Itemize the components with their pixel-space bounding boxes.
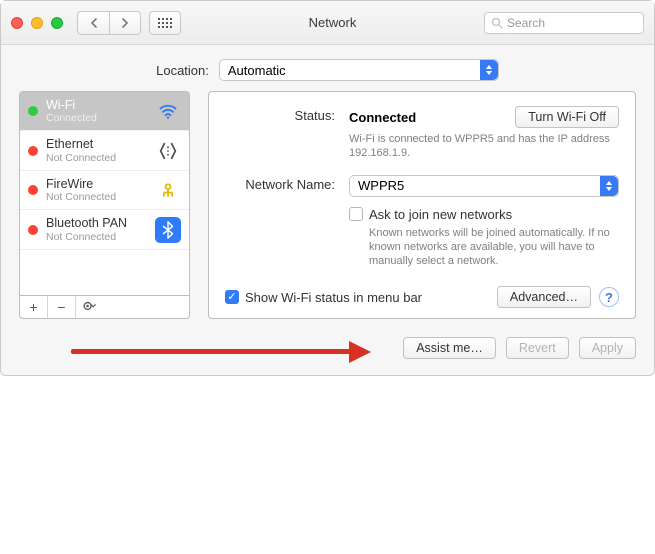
location-row: Location: Automatic: [1, 45, 654, 91]
interface-status: Not Connected: [46, 231, 147, 243]
interface-item-wifi[interactable]: Wi-Fi Connected: [20, 92, 189, 131]
annotation-arrow-icon: [71, 344, 371, 358]
interface-sidebar: Wi-Fi Connected Ethernet Not Connected: [19, 91, 190, 319]
status-row: Status: Connected Turn Wi-Fi Off Wi-Fi i…: [225, 106, 619, 161]
gear-icon: [82, 299, 98, 315]
show-menu-bar-checkbox[interactable]: Show Wi-Fi status in menu bar: [225, 290, 422, 305]
location-selected: Automatic: [228, 63, 286, 78]
search-icon: [491, 17, 503, 29]
turn-wifi-off-button[interactable]: Turn Wi-Fi Off: [515, 106, 619, 128]
interface-item-ethernet[interactable]: Ethernet Not Connected: [20, 131, 189, 170]
ask-to-join-checkbox[interactable]: Ask to join new networks: [349, 207, 619, 222]
location-select[interactable]: Automatic: [219, 59, 499, 81]
status-dot-icon: [28, 146, 38, 156]
close-icon[interactable]: [11, 17, 23, 29]
remove-interface-button[interactable]: −: [48, 296, 76, 318]
interface-actions-button[interactable]: [76, 296, 104, 318]
show-all-button[interactable]: [149, 11, 181, 35]
network-name-row: Network Name: WPPR5 Ask to join new netw…: [225, 175, 619, 269]
ask-to-join-description: Known networks will be joined automatica…: [369, 226, 619, 269]
help-button[interactable]: ?: [599, 287, 619, 307]
status-dot-icon: [28, 225, 38, 235]
location-label: Location:: [156, 63, 209, 78]
nav-segment: [77, 11, 141, 35]
sidebar-footer: + −: [19, 295, 190, 319]
firewire-icon: [155, 177, 181, 203]
ask-to-join-label: Ask to join new networks: [369, 207, 512, 222]
interface-name: Bluetooth PAN: [46, 216, 147, 230]
traffic-lights: [11, 17, 63, 29]
forward-button[interactable]: [109, 11, 141, 35]
wifi-icon: [155, 98, 181, 124]
assist-me-button[interactable]: Assist me…: [403, 337, 496, 359]
checkbox-icon: [349, 207, 363, 221]
interface-name: FireWire: [46, 177, 147, 191]
revert-button[interactable]: Revert: [506, 337, 569, 359]
interface-status: Not Connected: [46, 191, 147, 203]
details-pane: Status: Connected Turn Wi-Fi Off Wi-Fi i…: [208, 91, 636, 319]
network-preferences-window: Network Search Location: Automatic Wi-Fi…: [0, 0, 655, 376]
content-area: Wi-Fi Connected Ethernet Not Connected: [1, 91, 654, 327]
grid-icon: [158, 18, 172, 28]
status-description: Wi-Fi is connected to WPPR5 and has the …: [349, 132, 619, 161]
network-name-value: WPPR5: [358, 178, 404, 193]
interface-name: Wi-Fi: [46, 98, 147, 112]
status-dot-icon: [28, 185, 38, 195]
search-field[interactable]: Search: [484, 12, 644, 34]
interface-item-bluetooth-pan[interactable]: Bluetooth PAN Not Connected: [20, 210, 189, 249]
ethernet-icon: [155, 138, 181, 164]
zoom-icon[interactable]: [51, 17, 63, 29]
select-arrows-icon: [480, 60, 498, 80]
network-name-label: Network Name:: [225, 175, 335, 192]
checkbox-icon: [225, 290, 239, 304]
bottom-button-bar: Assist me… Revert Apply: [1, 327, 654, 375]
pane-bottom: Show Wi-Fi status in menu bar Advanced… …: [225, 282, 619, 308]
interface-item-firewire[interactable]: FireWire Not Connected: [20, 171, 189, 210]
advanced-button[interactable]: Advanced…: [497, 286, 591, 308]
status-dot-icon: [28, 106, 38, 116]
status-label: Status:: [225, 106, 335, 123]
status-value: Connected: [349, 110, 416, 125]
network-name-select[interactable]: WPPR5: [349, 175, 619, 197]
interface-status: Not Connected: [46, 152, 147, 164]
apply-button[interactable]: Apply: [579, 337, 636, 359]
interface-list: Wi-Fi Connected Ethernet Not Connected: [19, 91, 190, 295]
show-menu-bar-label: Show Wi-Fi status in menu bar: [245, 290, 422, 305]
window-toolbar: Network Search: [1, 1, 654, 45]
minimize-icon[interactable]: [31, 17, 43, 29]
select-arrows-icon: [600, 176, 618, 196]
add-interface-button[interactable]: +: [20, 296, 48, 318]
window-title: Network: [181, 15, 484, 30]
bluetooth-icon: [155, 217, 181, 243]
search-placeholder: Search: [507, 16, 545, 30]
interface-name: Ethernet: [46, 137, 147, 151]
interface-status: Connected: [46, 112, 147, 124]
back-button[interactable]: [77, 11, 109, 35]
